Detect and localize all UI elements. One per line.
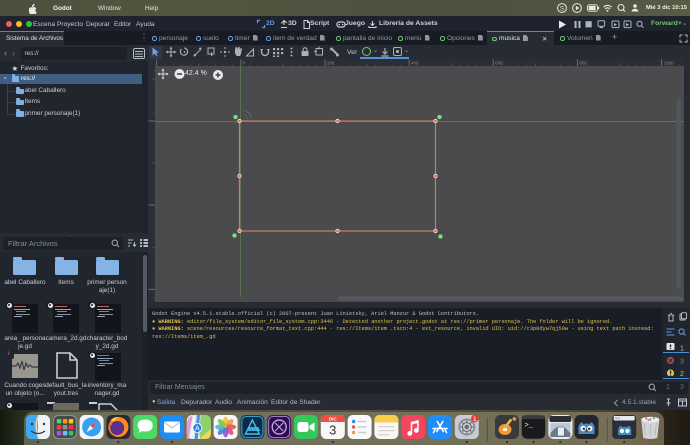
svg-text:3: 3 — [680, 359, 684, 366]
svg-text:600: 600 — [495, 61, 503, 66]
svg-text:800: 800 — [579, 61, 587, 66]
svg-text:>_: >_ — [525, 422, 534, 430]
svg-text:3: 3 — [329, 423, 336, 438]
svg-text:DIC: DIC — [329, 417, 338, 422]
svg-text:2: 2 — [680, 371, 684, 376]
svg-text:400: 400 — [411, 61, 419, 66]
svg-text:S: S — [560, 6, 564, 12]
svg-text:1000: 1000 — [664, 61, 675, 66]
svg-text:200: 200 — [327, 61, 335, 66]
svg-text:A: A — [195, 426, 200, 433]
